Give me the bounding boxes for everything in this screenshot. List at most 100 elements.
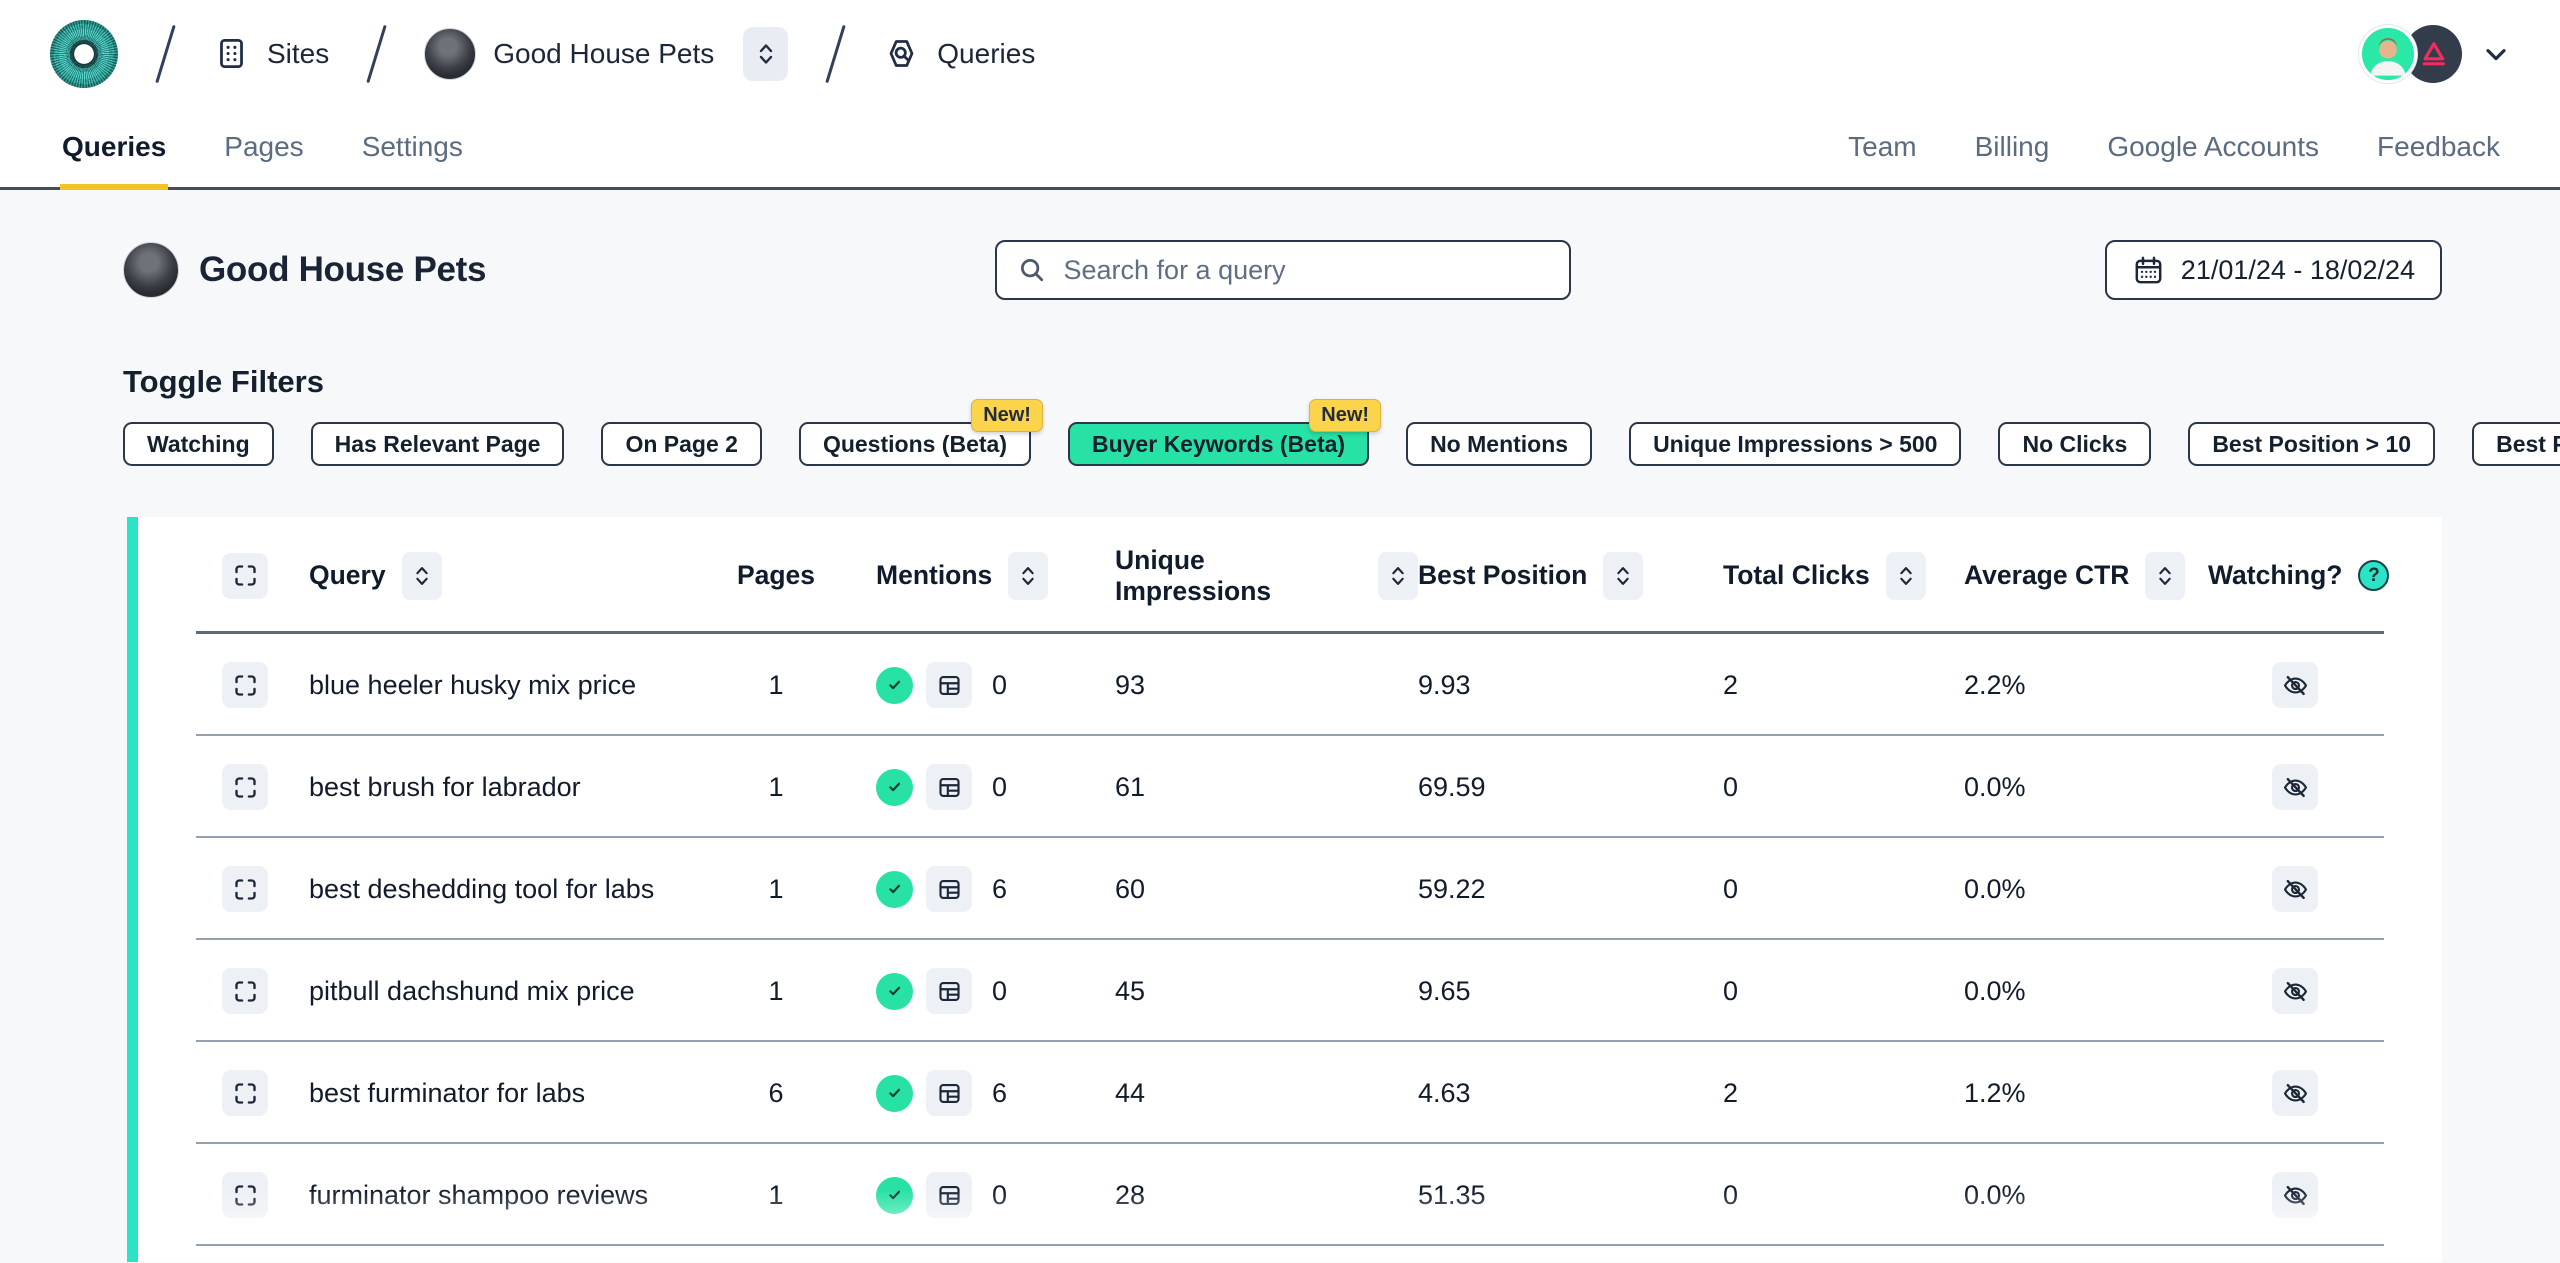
breadcrumb-sites[interactable]: Sites bbox=[213, 35, 329, 72]
breadcrumb-sites-label: Sites bbox=[267, 38, 329, 70]
average-ctr-cell: 0.0% bbox=[1964, 874, 2208, 905]
nav-link-google-accounts[interactable]: Google Accounts bbox=[2107, 131, 2319, 163]
page-title: Good House Pets bbox=[123, 242, 486, 298]
expand-row-button[interactable] bbox=[222, 1172, 268, 1218]
sort-unique-impressions-button[interactable] bbox=[1378, 552, 1418, 600]
tab-pages[interactable]: Pages bbox=[222, 107, 305, 187]
filter-toggle-best-position-10[interactable]: Best Position < 10 bbox=[2472, 422, 2560, 466]
breadcrumb-separator bbox=[826, 24, 846, 82]
eye-off-icon bbox=[2282, 978, 2309, 1005]
expand-icon bbox=[232, 876, 259, 903]
tab-queries[interactable]: Queries bbox=[60, 107, 168, 187]
site-avatar-large bbox=[123, 242, 179, 298]
watching-cell bbox=[2208, 1070, 2442, 1116]
user-avatar[interactable] bbox=[2359, 25, 2417, 83]
filter-toggle-on-page-2[interactable]: On Page 2 bbox=[601, 422, 761, 466]
filter-toggle-no-clicks[interactable]: No Clicks bbox=[1998, 422, 2151, 466]
pages-cell: 1 bbox=[698, 1180, 876, 1211]
search-input[interactable] bbox=[1062, 254, 1549, 287]
site-switcher-button[interactable] bbox=[743, 27, 788, 81]
filter-toggle-questions-beta[interactable]: New! Questions (Beta) bbox=[799, 422, 1031, 466]
sort-best-position-button[interactable] bbox=[1603, 552, 1643, 600]
mentions-table-button[interactable] bbox=[926, 866, 972, 912]
eye-off-icon bbox=[2282, 774, 2309, 801]
expand-all-button[interactable] bbox=[222, 553, 268, 599]
expand-row-button[interactable] bbox=[222, 968, 268, 1014]
expand-icon bbox=[232, 1182, 259, 1209]
expand-row-button[interactable] bbox=[222, 764, 268, 810]
watch-toggle-button[interactable] bbox=[2272, 1070, 2318, 1116]
mentions-count: 6 bbox=[992, 874, 1007, 905]
average-ctr-cell: 1.2% bbox=[1964, 1078, 2208, 1109]
account-menu-chevron-icon[interactable] bbox=[2480, 38, 2512, 70]
mentions-table-button[interactable] bbox=[926, 1070, 972, 1116]
mentions-table-button[interactable] bbox=[926, 662, 972, 708]
expand-row-button[interactable] bbox=[222, 866, 268, 912]
sort-query-button[interactable] bbox=[402, 552, 442, 600]
date-range-button[interactable]: 21/01/24 - 18/02/24 bbox=[2105, 240, 2442, 300]
mention-check-icon bbox=[876, 871, 913, 908]
best-position-cell: 51.35 bbox=[1418, 1180, 1723, 1211]
mentions-table-button[interactable] bbox=[926, 764, 972, 810]
sort-mentions-button[interactable] bbox=[1008, 552, 1048, 600]
watch-toggle-button[interactable] bbox=[2272, 968, 2318, 1014]
eye-off-icon bbox=[2282, 672, 2309, 699]
nav-link-team[interactable]: Team bbox=[1848, 131, 1916, 163]
watch-toggle-button[interactable] bbox=[2272, 662, 2318, 708]
filter-toggle-no-mentions[interactable]: No Mentions bbox=[1406, 422, 1592, 466]
mentions-table-button[interactable] bbox=[926, 1172, 972, 1218]
nav-link-billing[interactable]: Billing bbox=[1975, 131, 2050, 163]
sort-icon bbox=[2155, 563, 2175, 589]
filter-toggle-unique-impressions-500[interactable]: Unique Impressions > 500 bbox=[1629, 422, 1961, 466]
mention-check-icon bbox=[876, 1075, 913, 1112]
app-logo[interactable] bbox=[50, 20, 118, 88]
filter-bar: Watching Has Relevant Page On Page 2 New… bbox=[123, 422, 2437, 466]
eye-off-icon bbox=[2282, 876, 2309, 903]
nav-link-feedback[interactable]: Feedback bbox=[2377, 131, 2500, 163]
watch-toggle-button[interactable] bbox=[2272, 1172, 2318, 1218]
watch-toggle-button[interactable] bbox=[2272, 764, 2318, 810]
help-icon[interactable] bbox=[2358, 560, 2389, 591]
building-icon bbox=[213, 35, 250, 72]
sort-total-clicks-button[interactable] bbox=[1886, 552, 1926, 600]
col-header-unique-impressions: Unique Impressions bbox=[1115, 545, 1418, 607]
breadcrumb: Sites Good House Pets Queries bbox=[50, 20, 1035, 88]
pages-cell: 1 bbox=[698, 772, 876, 803]
breadcrumb-site[interactable]: Good House Pets bbox=[424, 27, 788, 81]
page-title-text: Good House Pets bbox=[199, 250, 486, 290]
breadcrumb-separator bbox=[367, 24, 387, 82]
filter-toggle-watching[interactable]: Watching bbox=[123, 422, 274, 466]
sort-average-ctr-button[interactable] bbox=[2145, 552, 2185, 600]
sort-icon bbox=[412, 563, 432, 589]
col-header-best-position: Best Position bbox=[1418, 552, 1723, 600]
pages-cell: 6 bbox=[698, 1078, 876, 1109]
mentions-count: 0 bbox=[992, 670, 1007, 701]
watch-toggle-button[interactable] bbox=[2272, 866, 2318, 912]
queries-hexagon-icon bbox=[883, 35, 920, 72]
expand-row-button[interactable] bbox=[222, 662, 268, 708]
mentions-table-button[interactable] bbox=[926, 968, 972, 1014]
query-cell: best deshedding tool for labs bbox=[306, 874, 698, 905]
table-row-best-furminator-for-labs: best furminator for labs 6 bbox=[138, 1042, 2442, 1144]
filter-toggle-best-position-10[interactable]: Best Position > 10 bbox=[2188, 422, 2435, 466]
query-text: pitbull dachshund mix price bbox=[309, 976, 635, 1006]
average-ctr-cell: 0.0% bbox=[1964, 772, 2208, 803]
best-position-cell: 59.22 bbox=[1418, 874, 1723, 905]
filter-toggle-buyer-keywords-beta[interactable]: New! Buyer Keywords (Beta) bbox=[1068, 422, 1369, 466]
filters-heading: Toggle Filters bbox=[123, 364, 2560, 400]
table-header-row: Query Pages Mentions Unique Impressions bbox=[138, 517, 2442, 634]
new-badge: New! bbox=[1309, 399, 1381, 432]
unique-impressions-cell: 60 bbox=[1115, 874, 1418, 905]
col-label-mentions: Mentions bbox=[876, 560, 992, 591]
table-icon bbox=[936, 774, 963, 801]
total-clicks-cell: 0 bbox=[1723, 772, 1964, 803]
total-clicks-cell: 0 bbox=[1723, 976, 1964, 1007]
filter-toggle-has-relevant-page[interactable]: Has Relevant Page bbox=[311, 422, 565, 466]
breadcrumb-queries[interactable]: Queries bbox=[883, 35, 1035, 72]
col-label-pages: Pages bbox=[737, 560, 815, 590]
table-icon bbox=[936, 978, 963, 1005]
nav-link-label: Team bbox=[1848, 131, 1916, 162]
tab-settings[interactable]: Settings bbox=[360, 107, 465, 187]
query-text: furminator shampoo reviews bbox=[309, 1180, 648, 1210]
expand-row-button[interactable] bbox=[222, 1070, 268, 1116]
